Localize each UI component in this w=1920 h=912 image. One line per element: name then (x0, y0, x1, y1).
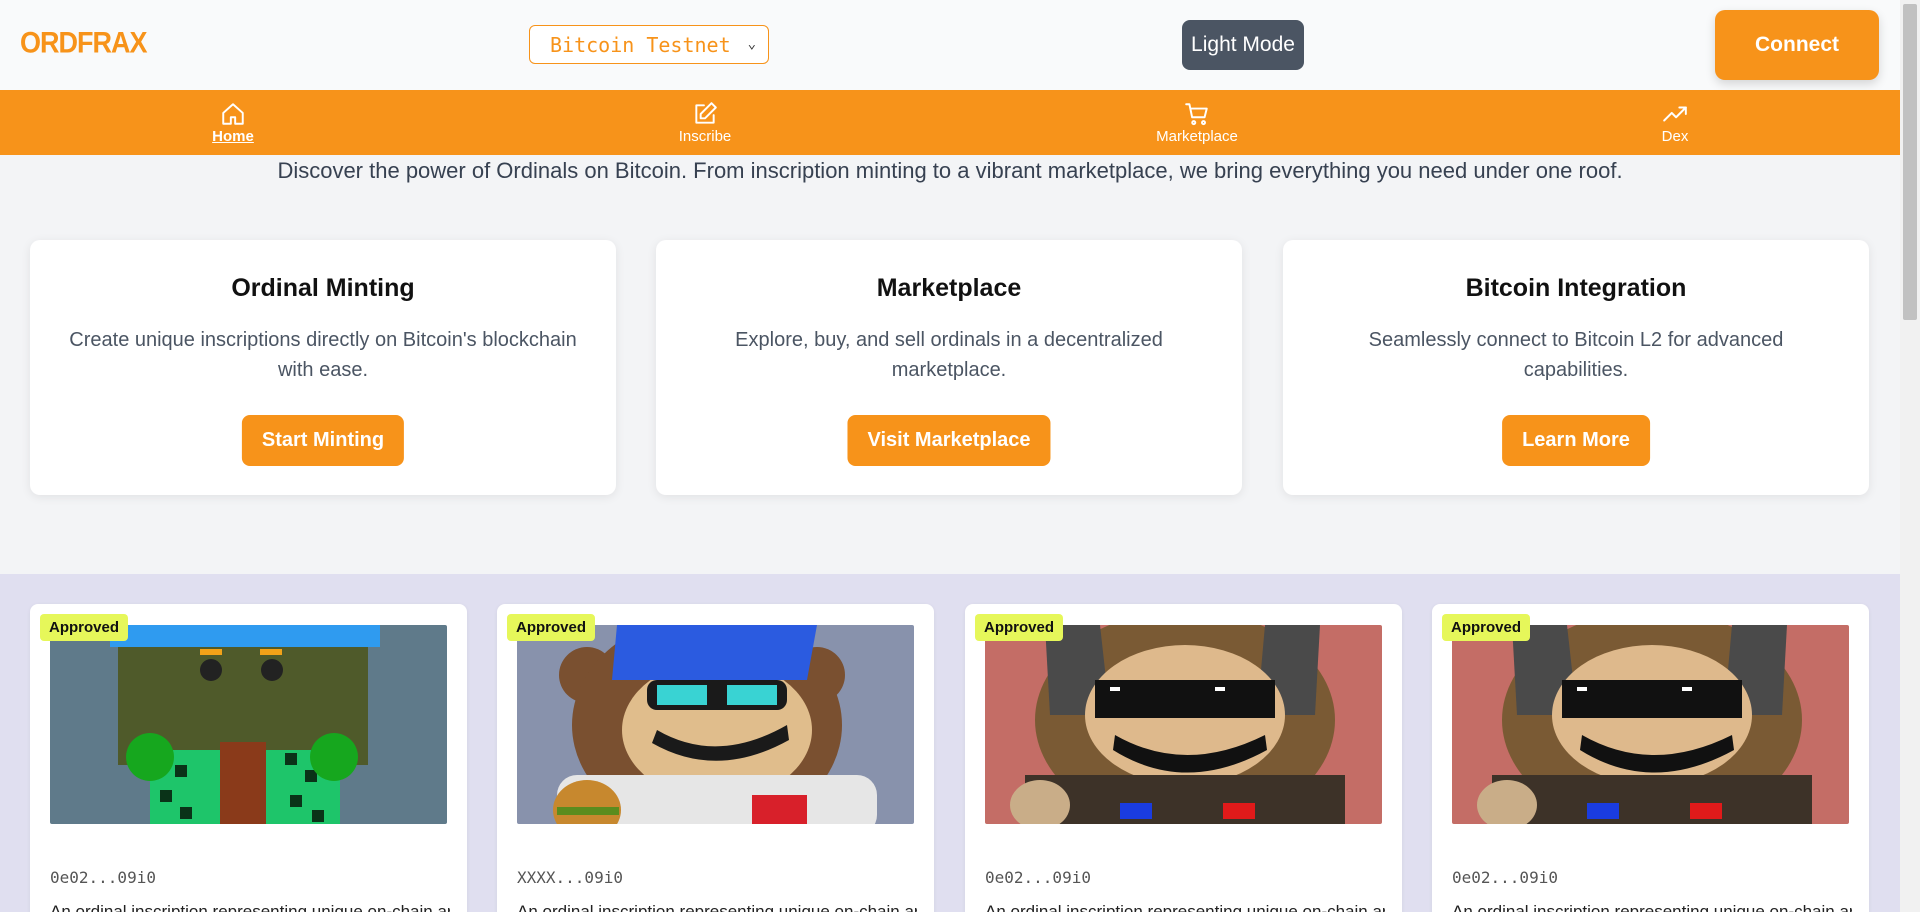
main-nav: Home Inscribe Marketplace Dex (0, 90, 1900, 155)
cart-icon (1185, 102, 1208, 125)
visit-marketplace-button[interactable]: Visit Marketplace (847, 415, 1051, 466)
start-minting-button[interactable]: Start Minting (241, 415, 405, 466)
home-icon (222, 102, 244, 125)
status-badge: Approved (507, 614, 596, 641)
feature-card-integration: Bitcoin Integration Seamlessly connect t… (1283, 240, 1869, 495)
inscription-card[interactable]: Approved XXXX...09i0 An ordinal inscript… (497, 604, 934, 912)
feature-desc: Explore, buy, and sell ordinals in a dec… (735, 329, 1163, 381)
nav-label: Inscribe (678, 127, 732, 145)
network-select-value: Bitcoin Testnet (550, 32, 731, 57)
feature-card-minting: Ordinal Minting Create unique inscriptio… (30, 240, 616, 495)
inscription-desc: An ordinal inscription representing uniq… (50, 902, 450, 912)
nav-item-inscribe[interactable]: Inscribe (635, 90, 775, 155)
chevron-down-icon: ⌄ (747, 36, 756, 52)
feature-title: Marketplace (876, 274, 1022, 302)
inscription-id: XXXX...09i0 (517, 868, 623, 887)
inscription-image[interactable] (1452, 625, 1849, 824)
inscription-id: 0e02...09i0 (50, 868, 156, 887)
trend-icon (1663, 106, 1687, 121)
nav-label: Dex (1661, 127, 1689, 145)
intro-text: Discover the power of Ordinals on Bitcoi… (277, 158, 1623, 183)
nav-item-home[interactable]: Home (163, 90, 303, 155)
connect-button[interactable]: Connect (1715, 10, 1879, 80)
network-select[interactable]: Bitcoin Testnet ⌄ (529, 25, 769, 64)
inscription-desc: An ordinal inscription representing uniq… (517, 902, 917, 912)
inscription-id: 0e02...09i0 (1452, 868, 1558, 887)
feature-title: Bitcoin Integration (1465, 274, 1687, 302)
nav-item-marketplace[interactable]: Marketplace (1127, 90, 1267, 155)
inscription-image[interactable] (517, 625, 914, 824)
nav-label: Home (212, 127, 254, 145)
nav-item-dex[interactable]: Dex (1605, 90, 1745, 155)
inscription-desc: An ordinal inscription representing uniq… (1452, 902, 1852, 912)
logo[interactable]: ORDFRAX (20, 27, 147, 60)
page-scrollbar[interactable] (1900, 0, 1920, 912)
inscription-id: 0e02...09i0 (985, 868, 1091, 887)
inscription-card[interactable]: Approved 0e02...09i0 An ordinal inscript… (30, 604, 467, 912)
theme-toggle-button[interactable]: Light Mode (1182, 20, 1304, 70)
inscription-card[interactable]: Approved 0e02...09i0 An ordinal inscript… (965, 604, 1402, 912)
edit-icon (695, 101, 717, 124)
scrollbar-thumb[interactable] (1903, 4, 1917, 320)
feature-desc: Create unique inscriptions directly on B… (69, 329, 577, 381)
status-badge: Approved (40, 614, 129, 641)
feature-title: Ordinal Minting (231, 274, 415, 302)
feature-card-marketplace: Marketplace Explore, buy, and sell ordin… (656, 240, 1242, 495)
inscription-image[interactable] (50, 625, 447, 824)
nav-label: Marketplace (1156, 127, 1238, 145)
learn-more-button[interactable]: Learn More (1502, 415, 1650, 466)
inscription-image[interactable] (985, 625, 1382, 824)
status-badge: Approved (975, 614, 1064, 641)
feature-desc: Seamlessly connect to Bitcoin L2 for adv… (1368, 329, 1784, 381)
status-badge: Approved (1442, 614, 1531, 641)
inscription-card[interactable]: Approved 0e02...09i0 An ordinal inscript… (1432, 604, 1869, 912)
inscription-desc: An ordinal inscription representing uniq… (985, 902, 1385, 912)
top-header: ORDFRAX Bitcoin Testnet ⌄ Light Mode Con… (0, 0, 1900, 90)
